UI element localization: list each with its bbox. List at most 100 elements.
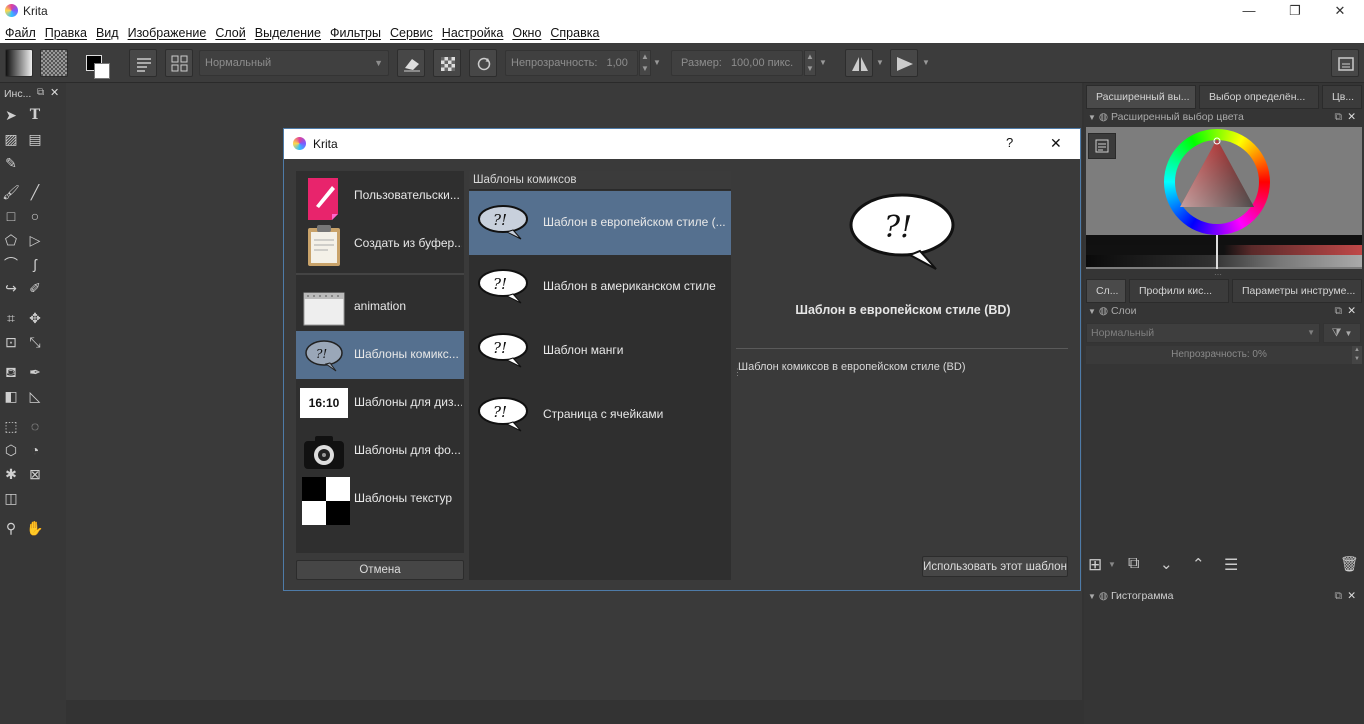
close-docker-icon[interactable]: ✕ bbox=[1347, 108, 1356, 126]
freehand-path-tool-icon[interactable]: ʃ bbox=[24, 253, 46, 275]
move-layer-up-icon[interactable]: ⌃ bbox=[1192, 555, 1205, 573]
minimize-button[interactable]: — bbox=[1234, 2, 1264, 20]
category-comic-templates[interactable]: ?! Шаблоны комикс... bbox=[296, 331, 464, 379]
menu-filters[interactable]: Фильтры bbox=[330, 26, 381, 40]
lock-docker-icon[interactable]: ◍ bbox=[1099, 590, 1108, 602]
fg-bg-color-selector[interactable] bbox=[84, 49, 114, 79]
float-docker-icon[interactable]: ⧉ bbox=[1335, 302, 1343, 320]
crop-tool-icon[interactable]: ⌗ bbox=[0, 307, 22, 329]
dynamic-brush-tool-icon[interactable]: ↪ bbox=[0, 277, 22, 299]
float-docker-icon[interactable]: ⧉ bbox=[1335, 108, 1343, 126]
rectangle-tool-icon[interactable]: □ bbox=[0, 205, 22, 227]
assistant-tool-icon[interactable]: ◺ bbox=[24, 385, 46, 407]
tab-brush-presets[interactable]: Профили кис... bbox=[1129, 279, 1229, 303]
select-shapes-tool-icon[interactable]: ➤ bbox=[0, 104, 22, 126]
polygon-select-tool-icon[interactable]: ⬡ bbox=[0, 439, 22, 461]
layer-properties-icon[interactable]: ☰ bbox=[1224, 555, 1238, 575]
menu-view[interactable]: Вид bbox=[96, 26, 119, 40]
menu-select[interactable]: Выделение bbox=[255, 26, 321, 40]
float-docker-icon[interactable]: ⧉ bbox=[37, 87, 44, 98]
collapse-icon[interactable]: ▼ bbox=[1088, 113, 1096, 122]
transform-tool-icon[interactable]: ⊡ bbox=[0, 331, 22, 353]
menu-settings[interactable]: Настройка bbox=[442, 26, 504, 40]
chevron-down-icon[interactable]: ▼ bbox=[653, 58, 661, 67]
mirror-vertical-button[interactable] bbox=[890, 49, 918, 77]
category-from-clipboard[interactable]: Создать из буфер... bbox=[296, 220, 464, 268]
close-docker-icon[interactable]: ✕ bbox=[1347, 302, 1356, 320]
multibrush-tool-icon[interactable]: ✐ bbox=[24, 277, 46, 299]
rect-select-tool-icon[interactable]: ⬚ bbox=[0, 415, 22, 437]
chevron-down-icon[interactable]: ▼ bbox=[922, 58, 930, 67]
tab-colors[interactable]: Цв... bbox=[1322, 85, 1362, 109]
restore-button[interactable]: ❐ bbox=[1280, 2, 1310, 20]
move-tool-icon[interactable]: ✥ bbox=[24, 307, 46, 329]
add-layer-icon[interactable]: ⊞ bbox=[1088, 555, 1102, 575]
float-docker-icon[interactable]: ⧉ bbox=[1335, 587, 1343, 605]
category-texture-templates[interactable]: Шаблоны текстур bbox=[296, 475, 464, 525]
layers-opacity-slider[interactable]: Непрозрачность: 0% bbox=[1086, 346, 1352, 364]
close-window-button[interactable]: ✕ bbox=[1325, 2, 1355, 20]
mirror-horizontal-button[interactable] bbox=[845, 49, 873, 77]
lock-docker-icon[interactable]: ◍ bbox=[1099, 305, 1108, 317]
delete-layer-icon[interactable]: 🗑 bbox=[1340, 555, 1359, 573]
brush-settings-button[interactable] bbox=[129, 49, 157, 77]
measure-tool-icon[interactable]: ⤡ bbox=[24, 331, 46, 353]
gradient-preset-button[interactable] bbox=[5, 49, 33, 77]
tab-specific-color-selector[interactable]: Выбор определён... bbox=[1199, 85, 1319, 109]
polyline-tool-icon[interactable]: ▷ bbox=[24, 229, 46, 251]
layers-blend-select[interactable]: Нормальный ▼ bbox=[1086, 323, 1320, 343]
move-layer-down-icon[interactable]: ⌄ bbox=[1160, 555, 1173, 573]
reload-preset-button[interactable] bbox=[469, 49, 497, 77]
workspace-button[interactable] bbox=[1331, 49, 1359, 77]
template-american[interactable]: ?! Шаблон в американском стиле bbox=[469, 255, 731, 319]
layers-filter-button[interactable]: ⧩ ▼ bbox=[1323, 323, 1361, 343]
shade-strip-1[interactable] bbox=[1086, 235, 1362, 245]
pan-tool-icon[interactable]: ✋ bbox=[24, 517, 46, 539]
dialog-close-button[interactable]: ✕ bbox=[1050, 135, 1062, 152]
category-photo-templates[interactable]: Шаблоны для фо... bbox=[296, 427, 464, 475]
edit-shapes-tool-icon[interactable]: ▨ bbox=[0, 128, 22, 150]
close-docker-icon[interactable]: ✕ bbox=[1347, 587, 1356, 605]
ellipse-select-tool-icon[interactable]: ◌ bbox=[24, 415, 46, 437]
menu-tools[interactable]: Сервис bbox=[390, 26, 433, 40]
template-manga[interactable]: ?! Шаблон манги bbox=[469, 319, 731, 383]
chevron-down-icon[interactable]: ▼ bbox=[1108, 560, 1116, 569]
lock-docker-icon[interactable]: ◍ bbox=[1099, 111, 1108, 123]
menu-file[interactable]: Файл bbox=[5, 26, 36, 40]
brush-presets-button[interactable] bbox=[165, 49, 193, 77]
cancel-button[interactable]: Отмена bbox=[296, 560, 464, 580]
bezier-select-tool-icon[interactable]: ◫ bbox=[0, 487, 22, 509]
shade-strip-3[interactable] bbox=[1086, 255, 1362, 267]
eraser-mode-button[interactable] bbox=[397, 49, 425, 77]
similar-select-tool-icon[interactable]: ⊠ bbox=[24, 463, 46, 485]
tab-advanced-color-selector[interactable]: Расширенный вы... bbox=[1086, 85, 1196, 109]
pattern-preset-button[interactable] bbox=[40, 49, 68, 77]
bezier-tool-icon[interactable]: ⌒ bbox=[0, 253, 22, 275]
menu-window[interactable]: Окно bbox=[512, 26, 541, 40]
menu-help[interactable]: Справка bbox=[550, 26, 599, 40]
calligraphy-tool-icon[interactable]: ▤ bbox=[24, 128, 46, 150]
help-button[interactable]: ? bbox=[1006, 135, 1013, 150]
collapse-icon[interactable]: ▼ bbox=[1088, 307, 1096, 316]
size-slider[interactable]: Размер: 100,00 пикс. bbox=[671, 50, 803, 76]
size-spinner[interactable]: ▲ ▼ bbox=[804, 50, 816, 76]
template-page-with-panels[interactable]: ?! Страница с ячейками bbox=[469, 383, 731, 447]
fill-bucket-tool-icon[interactable]: ⛾ bbox=[0, 361, 22, 383]
zoom-tool-icon[interactable]: ⚲ bbox=[0, 517, 22, 539]
line-tool-icon[interactable]: ╱ bbox=[24, 181, 46, 203]
tab-layers[interactable]: Сл... bbox=[1086, 279, 1126, 303]
category-custom-document[interactable]: Пользовательски... bbox=[296, 172, 464, 220]
layers-list[interactable] bbox=[1086, 366, 1362, 550]
ellipse-tool-icon[interactable]: ○ bbox=[24, 205, 46, 227]
tab-tool-options[interactable]: Параметры инструме... bbox=[1232, 279, 1362, 303]
use-template-button[interactable]: Использовать этот шаблон bbox=[922, 556, 1068, 577]
shade-strip-2[interactable] bbox=[1086, 245, 1362, 255]
category-animation[interactable]: animation bbox=[296, 283, 464, 331]
saturation-value-triangle[interactable] bbox=[1178, 137, 1256, 211]
blend-mode-select[interactable]: Нормальный ▼ bbox=[199, 50, 389, 76]
close-docker-icon[interactable]: ✕ bbox=[50, 86, 59, 99]
contiguous-select-tool-icon[interactable]: ✱ bbox=[0, 463, 22, 485]
polygon-tool-icon[interactable]: ⬠ bbox=[0, 229, 22, 251]
opacity-slider[interactable]: Непрозрачность: 1,00 bbox=[505, 50, 638, 76]
collapse-icon[interactable]: ▼ bbox=[1088, 592, 1096, 601]
